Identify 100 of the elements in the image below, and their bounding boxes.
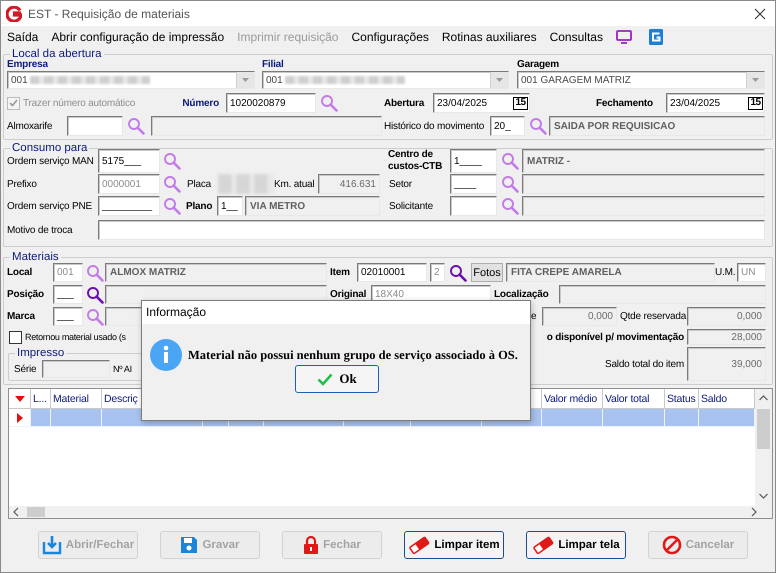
- checkbox[interactable]: [9, 330, 22, 344]
- column-header[interactable]: L...: [31, 389, 51, 409]
- ok-button[interactable]: Ok: [295, 365, 379, 393]
- app-logo-icon: [6, 6, 22, 22]
- app-shortcut-icon[interactable]: [648, 28, 663, 44]
- field-label: Ordem serviço PNE: [7, 200, 93, 212]
- dropdown[interactable]: 001 GARAGEM MATRIZ: [517, 71, 765, 89]
- field-label: Plano: [186, 200, 214, 212]
- field-label: Placa: [187, 178, 212, 190]
- field-label: Empresa: [7, 59, 50, 70]
- input-field[interactable]: 1____: [450, 149, 497, 173]
- readonly-field: [42, 360, 110, 378]
- input-field[interactable]: _________: [98, 196, 160, 216]
- search-icon[interactable]: [86, 286, 104, 304]
- menu-item[interactable]: Rotinas auxiliares: [442, 30, 537, 44]
- input-field[interactable]: 1020020879: [226, 93, 316, 113]
- sort-down-icon: [14, 396, 24, 402]
- vertical-scrollbar[interactable]: [755, 389, 772, 506]
- no-entry-icon: [662, 535, 682, 555]
- check-icon: [317, 372, 334, 386]
- field-label: Série: [14, 364, 38, 374]
- field-label: Histórico do movimento: [384, 120, 486, 132]
- photos-button[interactable]: Fotos: [471, 263, 503, 282]
- readonly-field: MATRIZ -: [522, 149, 765, 173]
- column-header[interactable]: Material: [51, 389, 102, 409]
- field-label: U.M.: [715, 267, 736, 278]
- field-label: Número: [181, 98, 219, 108]
- number-field: 28,000: [687, 329, 766, 345]
- field-label: Garagem: [517, 59, 560, 70]
- number-field: 0,000: [542, 307, 617, 326]
- input-field[interactable]: [67, 116, 123, 136]
- field-label: Ordem serviço MAN: [7, 156, 95, 166]
- download-icon: [42, 535, 62, 555]
- readonly-field: ALMOX MATRIZ: [105, 263, 327, 282]
- group-title: Local da abertura: [11, 48, 103, 60]
- field-label: Nº AI: [113, 364, 133, 374]
- menu-item[interactable]: Saída: [7, 30, 38, 44]
- caret-icon: [752, 78, 759, 82]
- field-label: Filial: [262, 59, 285, 70]
- horizontal-scrollbar[interactable]: [9, 506, 772, 518]
- dialog-title: Informação: [142, 301, 530, 324]
- search-icon[interactable]: [449, 264, 467, 282]
- calendar-button[interactable]: 15: [513, 96, 528, 110]
- column-header[interactable]: Saldo: [699, 389, 755, 409]
- input-field[interactable]: 20_: [490, 116, 525, 136]
- clear-item-button[interactable]: Limpar item: [404, 531, 504, 559]
- input-field[interactable]: ___: [53, 307, 83, 326]
- input-field[interactable]: [98, 220, 765, 240]
- readonly-field: VIA METRO: [245, 196, 380, 216]
- input-field[interactable]: [450, 196, 497, 216]
- column-header[interactable]: Valor total: [603, 389, 665, 409]
- field-label: Saldo total do item: [604, 358, 684, 370]
- dropdown-button[interactable]: [490, 72, 508, 88]
- close-icon[interactable]: [754, 8, 766, 20]
- row-pointer-icon: [16, 412, 22, 422]
- input-field[interactable]: ____: [450, 174, 497, 194]
- field-label: Marca: [7, 311, 36, 322]
- field-label: Km. atual: [274, 178, 316, 190]
- field-label: Qtde reservada: [620, 311, 686, 322]
- number-field: 416.631: [318, 174, 380, 194]
- input-field[interactable]: 02010001: [357, 263, 427, 282]
- field-label: Fechamento: [596, 98, 654, 108]
- dropdown[interactable]: 001: [262, 71, 509, 89]
- sort-button[interactable]: [9, 389, 31, 409]
- input-field[interactable]: ___: [53, 285, 83, 304]
- monitor-icon[interactable]: [616, 30, 632, 44]
- field-label: e: [531, 311, 538, 322]
- checkbox-label: Trazer número automático: [23, 98, 136, 108]
- group-title: Materiais: [11, 251, 60, 264]
- date-field[interactable]: 23/04/2025 15: [433, 93, 530, 113]
- group-title: Consumo para: [11, 142, 88, 155]
- info-icon: [150, 339, 182, 371]
- field-label: Prefixo: [7, 178, 38, 190]
- lock-icon: [303, 535, 320, 555]
- menu-item[interactable]: Abrir configuração de impressão: [51, 30, 224, 44]
- number-field: 39,000: [687, 347, 766, 381]
- date-field[interactable]: 23/04/2025 15: [666, 93, 765, 113]
- field-label: Original: [330, 289, 368, 300]
- clear-screen-button[interactable]: Limpar tela: [526, 531, 626, 559]
- input-field[interactable]: 5175___: [98, 149, 160, 173]
- field-label: Motivo de troca: [7, 224, 74, 236]
- field-label: Centro de custos-CTB: [388, 149, 444, 173]
- readonly-field: FITA CREPE AMARELA: [506, 263, 715, 282]
- field-label: Setor: [389, 178, 413, 190]
- dropdown-button[interactable]: [746, 72, 764, 88]
- calendar-button[interactable]: 15: [748, 96, 763, 110]
- readonly-field: SAIDA POR REQUISICAO: [549, 116, 765, 136]
- caret-icon: [496, 78, 503, 82]
- field-label: Item: [330, 267, 351, 278]
- field-label: Localização: [494, 289, 550, 300]
- column-header[interactable]: Status: [665, 389, 699, 409]
- dropdown[interactable]: 001: [7, 71, 255, 89]
- field-label: Posição: [7, 289, 45, 300]
- field-label: Almoxarife: [7, 120, 54, 132]
- input-field[interactable]: 1__: [217, 196, 243, 216]
- menu-item[interactable]: Configurações: [351, 30, 429, 44]
- menu-item[interactable]: Consultas: [550, 30, 603, 44]
- group-title: Impresso: [16, 347, 66, 360]
- dropdown-button[interactable]: [236, 72, 254, 88]
- column-header[interactable]: Valor médio: [542, 389, 603, 409]
